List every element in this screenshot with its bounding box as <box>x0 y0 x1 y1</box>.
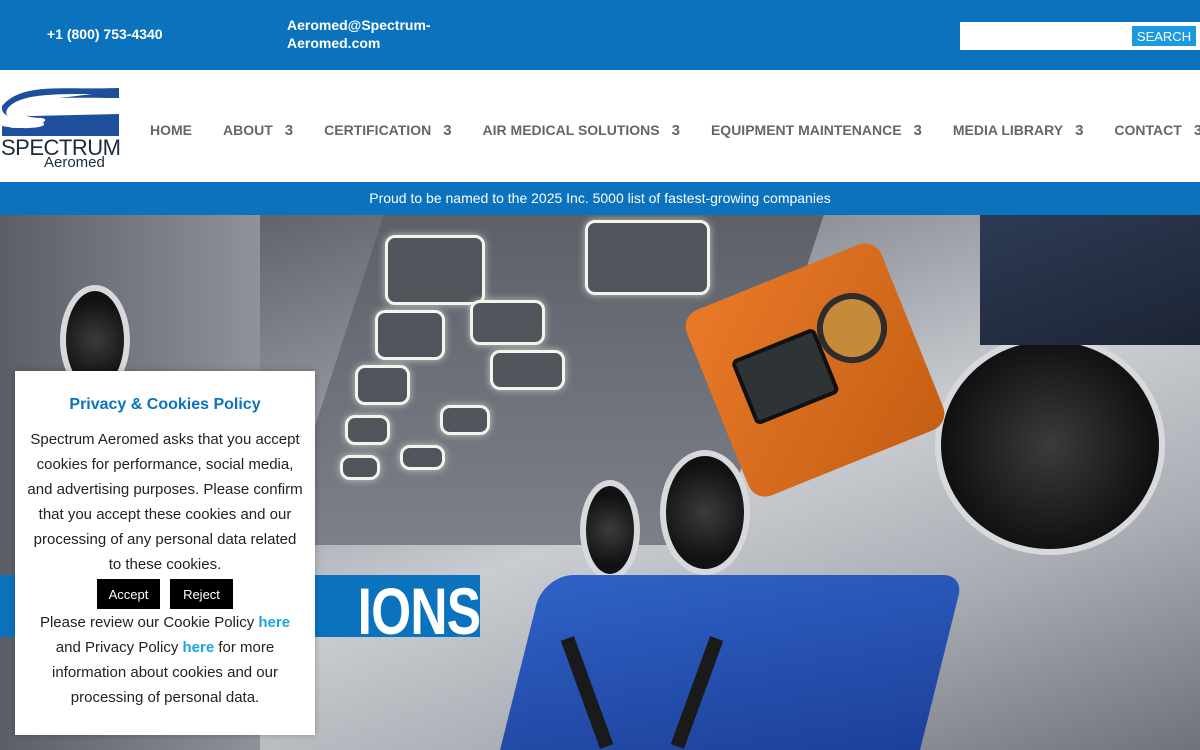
nav-item-contact[interactable]: CONTACT 3 <box>1114 120 1200 140</box>
accept-button[interactable]: Accept <box>97 579 160 609</box>
ceiling-light-panel <box>340 455 380 480</box>
search-button[interactable]: SEARCH <box>1132 26 1196 46</box>
ceiling-light-panel <box>470 300 545 345</box>
blue-stretcher <box>496 575 964 750</box>
ceiling-light-panel <box>385 235 485 305</box>
ceiling-light-panel <box>355 365 410 405</box>
nav-item-media-library[interactable]: MEDIA LIBRARY 3 <box>953 120 1084 140</box>
privacy-policy-link[interactable]: here <box>183 639 215 656</box>
ceiling-light-panel <box>585 220 710 295</box>
logo-subwordmark: Aeromed <box>44 154 105 171</box>
nav-item-label: ABOUT <box>223 122 273 138</box>
nav-item-equipment-maintenance[interactable]: EQUIPMENT MAINTENANCE 3 <box>711 120 922 140</box>
cookie-policy-note: Please review our Cookie Policy here and… <box>27 610 303 710</box>
phone-number[interactable]: +1 (800) 753-4340 <box>47 26 163 42</box>
reject-button[interactable]: Reject <box>170 579 233 609</box>
nav-item-certification[interactable]: CERTIFICATION 3 <box>324 120 451 140</box>
ceiling-light-panel <box>490 350 565 390</box>
cookie-button-row: Accept Reject <box>15 579 315 609</box>
ceiling-light-panel <box>400 445 445 470</box>
email-address[interactable]: Aeromed@Spectrum- Aeromed.com <box>287 16 477 52</box>
cookie-consent-dialog: Privacy & Cookies Policy Spectrum Aerome… <box>15 371 315 735</box>
ceiling-light-panel <box>345 415 390 445</box>
chevron-down-icon: 3 <box>443 121 452 139</box>
nav-item-label: CONTACT <box>1114 122 1182 138</box>
search-input[interactable] <box>960 22 1130 50</box>
chevron-down-icon: 3 <box>284 121 294 139</box>
nav-item-label: CERTIFICATION <box>324 122 432 138</box>
cookie-dialog-body: Spectrum Aeromed asks that you accept co… <box>27 431 303 573</box>
cabin-window <box>580 480 640 580</box>
email-line-1: Aeromed@Spectrum- <box>287 17 431 33</box>
site-header: SPECTRUM Aeromed HOME ABOUT 3 CERTIFICAT… <box>0 70 1200 182</box>
cabin-window <box>660 450 750 575</box>
nav-item-label: HOME <box>150 122 192 138</box>
nav-item-label: AIR MEDICAL SOLUTIONS <box>482 122 660 138</box>
hero-title-text: IONS <box>357 575 480 637</box>
stretcher-rack <box>980 215 1200 345</box>
cookie-policy-link[interactable]: here <box>258 614 290 631</box>
search-box: SEARCH <box>960 22 1200 50</box>
nav-item-about[interactable]: ABOUT 3 <box>223 120 293 140</box>
chevron-down-icon: 3 <box>1075 121 1084 139</box>
nav-item-label: MEDIA LIBRARY <box>952 122 1064 138</box>
logo-swoosh-icon <box>2 86 119 136</box>
cabin-window <box>935 335 1165 555</box>
cookie-note-text: and Privacy Policy <box>55 639 183 656</box>
nav-item-label: EQUIPMENT MAINTENANCE <box>710 122 902 138</box>
nav-item-home[interactable]: HOME <box>150 120 192 140</box>
nav-item-air-medical-solutions[interactable]: AIR MEDICAL SOLUTIONS 3 <box>483 120 680 140</box>
chevron-down-icon: 3 <box>671 121 680 139</box>
ceiling-light-panel <box>440 405 490 435</box>
chevron-down-icon: 3 <box>913 121 922 139</box>
cookie-dialog-title: Privacy & Cookies Policy <box>69 396 261 413</box>
announcement-bar[interactable]: Proud to be named to the 2025 Inc. 5000 … <box>0 182 1200 215</box>
main-navigation: HOME ABOUT 3 CERTIFICATION 3 AIR MEDICAL… <box>150 120 1200 140</box>
chevron-down-icon: 3 <box>1193 121 1200 139</box>
ceiling-light-panel <box>375 310 445 360</box>
email-line-2: Aeromed.com <box>287 35 381 51</box>
top-contact-bar: +1 (800) 753-4340 Aeromed@Spectrum- Aero… <box>0 0 1200 70</box>
cookie-note-text: Please review our Cookie Policy <box>39 614 259 631</box>
spectrum-aeromed-logo[interactable]: SPECTRUM Aeromed <box>1 86 121 172</box>
